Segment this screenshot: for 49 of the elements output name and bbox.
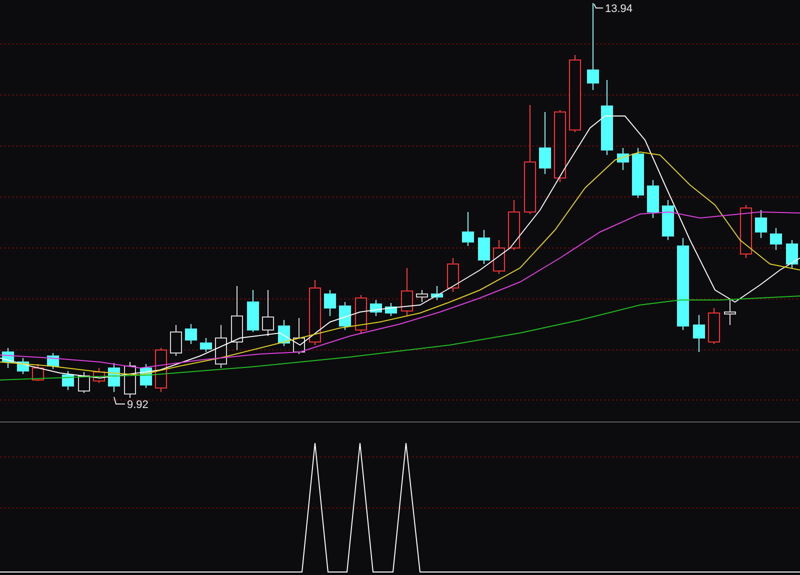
candlestick (508, 200, 520, 250)
candlestick (770, 228, 782, 250)
leader-line (594, 4, 604, 8)
candlestick (231, 286, 243, 350)
candlestick (431, 286, 443, 300)
candlestick (693, 314, 705, 352)
candlestick (355, 294, 367, 334)
candlestick (647, 180, 659, 218)
candlestick (493, 240, 505, 274)
candlestick (262, 290, 274, 336)
candlestick (708, 308, 720, 344)
candlestick (632, 148, 644, 198)
candlestick (47, 352, 59, 370)
candlestick (786, 240, 798, 268)
candlestick (401, 268, 413, 316)
candlestick (478, 230, 490, 264)
candlestick (324, 290, 336, 316)
candlestick (755, 210, 767, 238)
candlestick (185, 324, 197, 344)
candlestick (170, 324, 182, 356)
candlestick (93, 368, 105, 384)
candlestick (155, 348, 167, 392)
candlestick (2, 348, 14, 368)
candlestick (416, 290, 428, 302)
candlestick (17, 358, 29, 374)
candlestick (740, 204, 752, 258)
candlestick (662, 200, 674, 240)
leader-line (114, 396, 126, 404)
candlestick (447, 258, 459, 292)
candlestick (247, 290, 259, 332)
candlestick (215, 324, 227, 368)
candlestick (617, 148, 629, 170)
candlestick (385, 302, 397, 316)
candlestick (370, 300, 382, 316)
candlestick (200, 338, 212, 352)
candlestick (339, 302, 351, 330)
candlestick (539, 112, 551, 174)
candlestick (140, 364, 152, 388)
candlestick (62, 370, 74, 390)
low-price-label: 9.92 (127, 399, 148, 411)
candlestick (78, 372, 90, 394)
candlestick (278, 320, 290, 346)
candlestick (293, 318, 305, 354)
candlestick (108, 362, 120, 392)
candlestick (462, 212, 474, 246)
candlestick (309, 280, 321, 346)
high-price-label: 13.94 (605, 3, 633, 15)
candlestick (724, 300, 736, 326)
candlestick (124, 362, 136, 398)
